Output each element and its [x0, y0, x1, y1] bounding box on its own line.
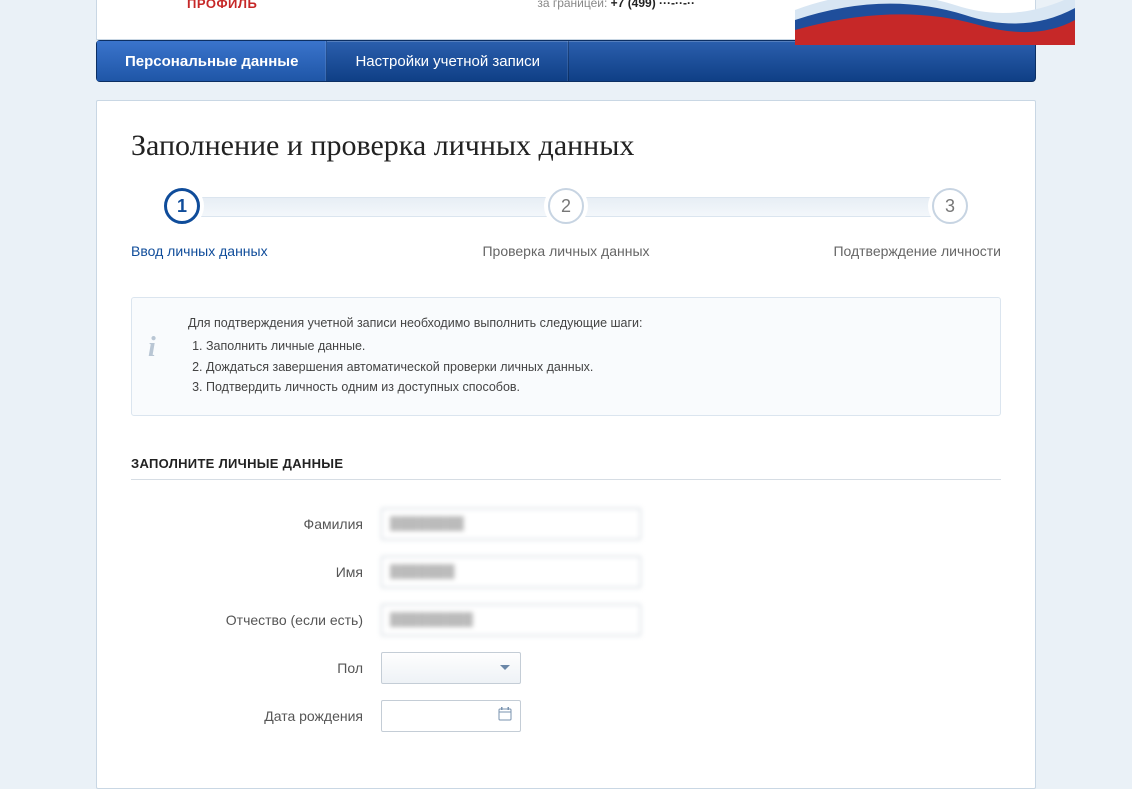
- page-title: Заполнение и проверка личных данных: [131, 129, 1001, 163]
- patronymic-label: Отчество (если есть): [131, 612, 381, 628]
- step-1-circle: 1: [164, 188, 200, 224]
- step-track: 1 2 3: [181, 197, 951, 217]
- nav-account-settings[interactable]: Настройки учетной записи: [327, 41, 569, 81]
- form-section-header: ЗАПОЛНИТЕ ЛИЧНЫЕ ДАННЫЕ: [131, 456, 1001, 480]
- step-3-label: Подтверждение личности: [711, 243, 1001, 259]
- logo-text: ПРОФИЛЬ: [187, 0, 257, 11]
- gender-label: Пол: [131, 660, 381, 676]
- step-1-label: Ввод личных данных: [131, 243, 421, 259]
- lastname-input[interactable]: [381, 508, 641, 540]
- dob-input[interactable]: [381, 700, 521, 732]
- info-icon: i: [148, 326, 156, 369]
- top-header: ПРОФИЛЬ за границей: +7 (499) ···-··-··: [96, 0, 1036, 40]
- dob-label: Дата рождения: [131, 708, 381, 724]
- nav-personal-data[interactable]: Персональные данные: [97, 41, 327, 81]
- info-intro: Для подтверждения учетной записи необход…: [188, 314, 980, 333]
- flag-decoration: [795, 0, 1075, 45]
- main-nav: Персональные данные Настройки учетной за…: [96, 40, 1036, 82]
- patronymic-input[interactable]: [381, 604, 641, 636]
- step-2-label: Проверка личных данных: [421, 243, 711, 259]
- gender-select[interactable]: [381, 652, 521, 684]
- info-item-3: Подтвердить личность одним из доступных …: [206, 378, 980, 397]
- step-2-circle: 2: [548, 188, 584, 224]
- firstname-input[interactable]: [381, 556, 641, 588]
- calendar-icon: [498, 707, 512, 725]
- step-3-circle: 3: [932, 188, 968, 224]
- firstname-label: Имя: [131, 564, 381, 580]
- info-item-2: Дождаться завершения автоматической пров…: [206, 358, 980, 377]
- info-item-1: Заполнить личные данные.: [206, 337, 980, 356]
- overseas-phone: за границей: +7 (499) ···-··-··: [537, 0, 695, 10]
- step-labels: Ввод личных данных Проверка личных данны…: [131, 243, 1001, 259]
- info-box: i Для подтверждения учетной записи необх…: [131, 297, 1001, 416]
- chevron-down-icon: [500, 665, 510, 670]
- lastname-label: Фамилия: [131, 516, 381, 532]
- content-card: Заполнение и проверка личных данных 1 2 …: [96, 100, 1036, 789]
